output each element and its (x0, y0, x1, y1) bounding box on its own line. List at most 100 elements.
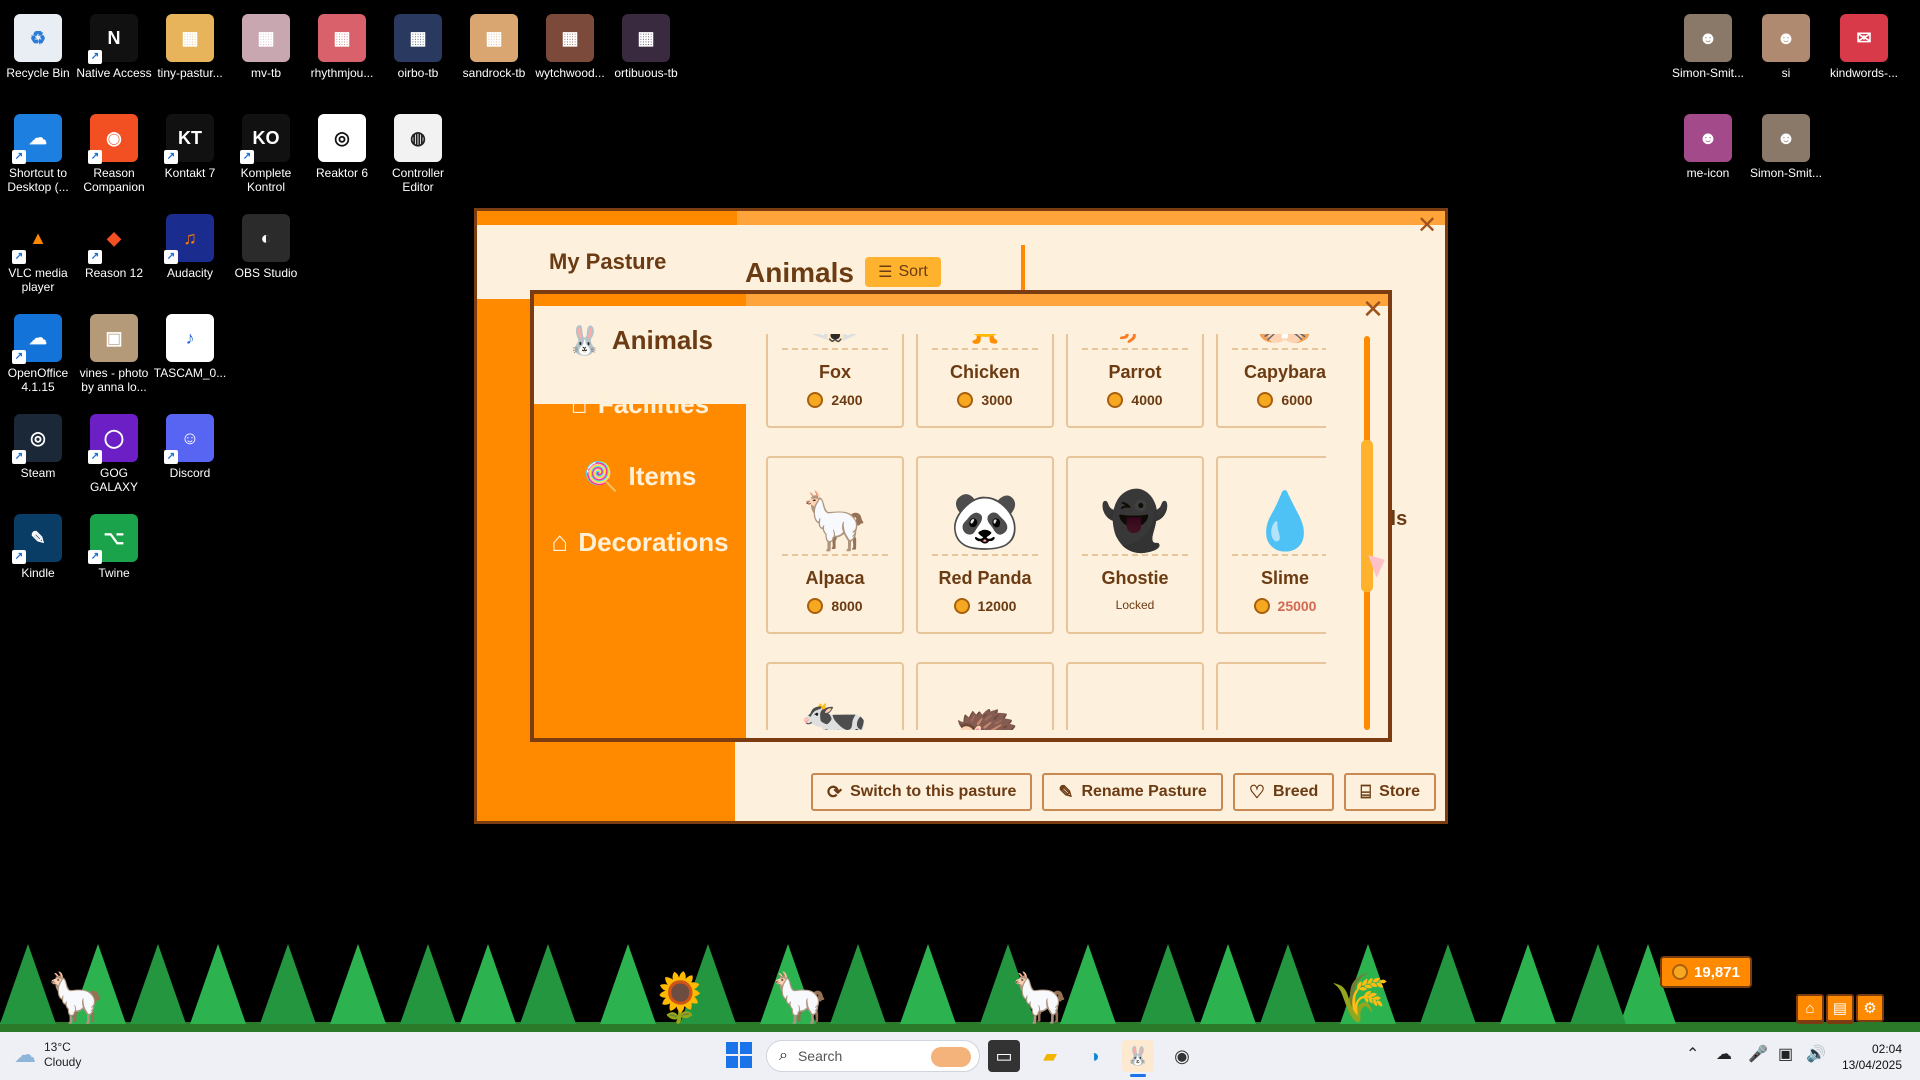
desktop-icon[interactable]: KO ↗ Komplete Kontrol (228, 114, 304, 194)
desktop-icon[interactable]: ◍ Controller Editor (380, 114, 456, 194)
coin-icon (1257, 392, 1274, 408)
animal-price: 4000 (1068, 392, 1202, 408)
desktop-icon[interactable]: ▲ ↗ VLC media player (0, 214, 76, 294)
desktop-icon[interactable]: ☺ ↗ Discord (152, 414, 228, 480)
desktop-icon[interactable]: ♻ Recycle Bin (0, 14, 76, 80)
desktop-icon[interactable]: ☁ ↗ OpenOffice 4.1.15 (0, 314, 76, 394)
start-button[interactable] (726, 1042, 752, 1068)
tree-icon (1140, 944, 1196, 1024)
desktop-app-icon: ◎ ↗ (12, 414, 62, 464)
edge-icon[interactable]: ◑ (1078, 1040, 1110, 1072)
shortcut-arrow-icon: ↗ (164, 250, 178, 264)
desktop-icon[interactable]: ☻ si (1748, 14, 1824, 80)
store-scrollbar[interactable] (1361, 336, 1373, 730)
desktop-icon[interactable]: ☁ ↗ Shortcut to Desktop (... (0, 114, 76, 194)
switch-pasture-button[interactable]: ⟳ Switch to this pasture (811, 773, 1033, 811)
desktop-icon[interactable]: ⌥ ↗ Twine (76, 514, 152, 580)
obs-taskbar-icon[interactable]: ◉ (1166, 1040, 1198, 1072)
rename-pasture-button[interactable]: ✎ Rename Pasture (1042, 773, 1223, 811)
category-facilities[interactable]: ⌂ Facilities (534, 384, 746, 424)
desktop-icon[interactable]: ▣ vines - photo by anna lo... (76, 314, 152, 394)
onedrive-icon[interactable]: ☁ (1716, 1044, 1732, 1064)
animal-sprite-icon: 🐼 (950, 489, 1020, 552)
animal-card[interactable]: 💧 Slime 25000 (1216, 456, 1326, 634)
animal-card[interactable]: 🐄 (766, 662, 904, 730)
desktop-icon-label: me-icon (1686, 166, 1730, 180)
desktop-icon[interactable]: ☻ Simon-Smit... (1748, 114, 1824, 180)
shortcut-arrow-icon: ↗ (12, 550, 26, 564)
desktop-app-icon: N ↗ (88, 14, 138, 64)
desktop-icon[interactable]: ▦ wytchwood... (532, 14, 608, 80)
tiny-pasture-app-icon[interactable]: 🐰 (1122, 1040, 1154, 1072)
desktop-icon[interactable]: ☻ me-icon (1670, 114, 1746, 180)
desktop-icon[interactable]: ▦ oirbo-tb (380, 14, 456, 80)
desktop-icon[interactable]: ◎ Reaktor 6 (304, 114, 380, 180)
desktop-icon-label: Steam (20, 466, 56, 480)
animal-price: 12000 (918, 598, 1052, 614)
category-label: Items (628, 460, 697, 491)
desktop-icon[interactable]: ♪ TASCAM_0... (152, 314, 228, 380)
sort-button[interactable]: ☰ Sort (865, 257, 941, 287)
desktop-app-icon: ☻ (1762, 114, 1810, 162)
chevron-up-icon[interactable]: ⌃ (1686, 1044, 1699, 1064)
category-decorations[interactable]: ⌂ Decorations (534, 522, 746, 562)
desktop-icon[interactable]: N ↗ Native Access (76, 14, 152, 80)
search-icon: ⌕ (779, 1047, 788, 1064)
breed-button[interactable]: ♡ Breed (1232, 773, 1335, 811)
animal-name: Red Panda (938, 568, 1032, 588)
task-view-icon[interactable]: ▭ (988, 1040, 1020, 1072)
desktop-icon[interactable]: ◎ ↗ Steam (0, 414, 76, 480)
gear-icon[interactable]: ⚙ (1856, 994, 1884, 1022)
shortcut-arrow-icon: ↗ (88, 150, 102, 164)
desktop-icon[interactable]: ◉ ↗ Reason Companion (76, 114, 152, 194)
desktop-icon[interactable]: ◐ OBS Studio (228, 214, 304, 280)
animal-card[interactable]: 🐼 Red Panda 12000 (916, 456, 1054, 634)
desktop-icon[interactable]: ▦ sandrock-tb (456, 14, 532, 80)
animal-card[interactable] (1216, 662, 1326, 730)
animal-card[interactable]: 👻 Ghostie Locked (1066, 456, 1204, 634)
desktop-icon[interactable]: ◯ ↗ GOG GALAXY (76, 414, 152, 494)
category-items[interactable]: 🍭 Items (534, 456, 746, 496)
clock-date: 13/04/2025 (1841, 1058, 1902, 1072)
animal-card[interactable]: 🦔 (916, 662, 1054, 730)
microphone-icon[interactable]: 🎤 (1748, 1044, 1768, 1064)
desktop-icon[interactable]: ☻ Simon-Smit... (1670, 14, 1746, 80)
pasture-section-heading: Animals (745, 257, 854, 288)
book-icon[interactable]: ▤ (1826, 994, 1854, 1022)
network-icon[interactable]: ▣ (1778, 1044, 1793, 1064)
desktop-app-icon: ◎ (318, 114, 366, 162)
animal-card[interactable]: 🦙 Alpaca 8000 (766, 456, 904, 634)
desktop-icon-label: ortibuous-tb (614, 66, 678, 80)
desktop-icon[interactable]: ◆ ↗ Reason 12 (76, 214, 152, 280)
category-animals[interactable]: 🐰 Animals (534, 320, 746, 360)
system-clock[interactable]: 02:04 13/04/2025 (1842, 1041, 1902, 1073)
store-scrollbar-thumb[interactable] (1361, 440, 1373, 592)
desktop-icon[interactable]: ▦ mv-tb (228, 14, 304, 80)
facility-icon: ⌂ (570, 388, 588, 419)
animal-card[interactable]: 🐥 Chicken 3000 (916, 334, 1054, 428)
store-button[interactable]: ⌸ Store (1344, 773, 1437, 811)
desktop-icon[interactable]: KT ↗ Kontakt 7 (152, 114, 228, 180)
home-icon[interactable]: ⌂ (1796, 994, 1824, 1022)
volume-icon[interactable]: 🔊 (1806, 1044, 1826, 1064)
desktop-icon[interactable]: ▦ rhythmjou... (304, 14, 380, 80)
animal-card[interactable]: 🐦 Parrot 4000 (1066, 334, 1204, 428)
button-label: Switch to this pasture (850, 783, 1017, 800)
desktop-icon[interactable]: ✉ kindwords-... (1826, 14, 1902, 80)
store-close-icon[interactable]: ✕ (1360, 296, 1386, 322)
taskbar-search[interactable]: ⌕ Search (766, 1040, 980, 1072)
desktop-app-icon: ☁ ↗ (12, 114, 62, 164)
weather-widget[interactable]: ☁ 13°C Cloudy (14, 1040, 81, 1070)
desktop-icon[interactable]: ▦ tiny-pastur... (152, 14, 228, 80)
animal-card[interactable]: 🦊 Fox 2400 (766, 334, 904, 428)
animal-card[interactable]: 🐹 Capybara 6000 (1216, 334, 1326, 428)
desktop-icon[interactable]: ▦ ortibuous-tb (608, 14, 684, 80)
pasture-close-icon[interactable]: ✕ (1415, 214, 1439, 239)
cloud-icon: ☁ (14, 1042, 36, 1067)
animal-card[interactable] (1066, 662, 1204, 730)
animal-sprite-icon: 🦙 (800, 489, 870, 552)
file-explorer-icon[interactable]: ▰ (1034, 1040, 1066, 1072)
animal-sprite-icon: 🦊 (768, 334, 902, 348)
desktop-icon[interactable]: ✎ ↗ Kindle (0, 514, 76, 580)
desktop-icon[interactable]: ♫ ↗ Audacity (152, 214, 228, 280)
